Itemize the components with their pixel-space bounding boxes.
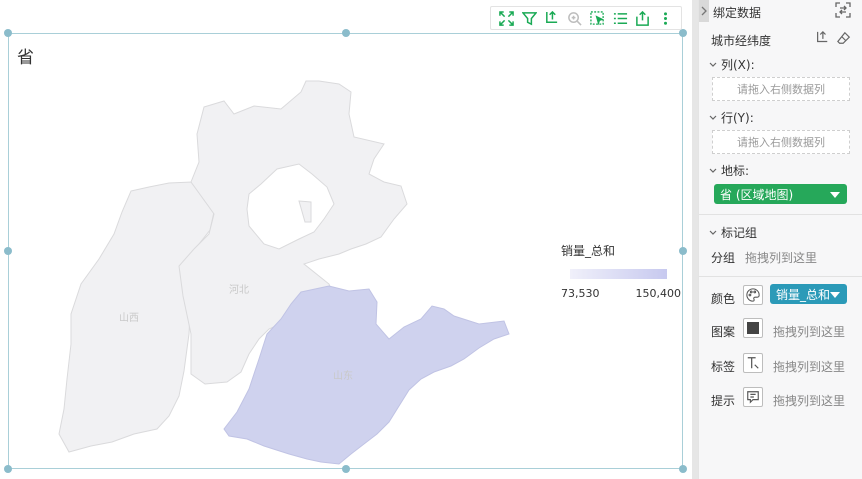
group-dropzone[interactable]: 拖拽列到这里 bbox=[745, 249, 817, 266]
columns-section[interactable]: 列(X): bbox=[709, 56, 755, 73]
columns-label: 列(X): bbox=[721, 58, 755, 72]
rows-label: 行(Y): bbox=[721, 111, 754, 125]
group-label: 分组 bbox=[711, 251, 736, 265]
drill-icon[interactable] bbox=[543, 9, 561, 27]
panel-title: 绑定数据 bbox=[713, 6, 762, 20]
text-label-icon[interactable] bbox=[743, 353, 763, 373]
more-icon[interactable] bbox=[657, 9, 675, 27]
province-label-shanxi: 山西 bbox=[119, 313, 139, 324]
resize-handle-top-right[interactable] bbox=[679, 29, 687, 37]
legend-title: 销量_总和 bbox=[561, 244, 616, 258]
resize-handle-top[interactable] bbox=[342, 29, 350, 37]
tag-dropzone[interactable]: 拖拽列到这里 bbox=[773, 358, 845, 375]
geo-drill-icon[interactable] bbox=[815, 31, 829, 48]
canvas-area: 省 山西 河北 山东 销量_总和 73,530 150,400 bbox=[0, 0, 695, 479]
color-field-pill[interactable]: 销量_总和 bbox=[770, 284, 847, 304]
chevron-down-icon bbox=[709, 62, 717, 67]
map-widget[interactable]: 省 山西 河北 山东 销量_总和 73,530 150,400 bbox=[8, 33, 683, 469]
resize-handle-left[interactable] bbox=[4, 247, 12, 255]
rows-dropzone[interactable]: 请拖入右侧数据列 bbox=[712, 130, 850, 154]
palette-icon[interactable] bbox=[743, 285, 763, 305]
chevron-right-icon bbox=[701, 6, 707, 16]
province-label-hebei: 河北 bbox=[229, 285, 249, 296]
swap-icon[interactable] bbox=[835, 2, 851, 21]
eraser-icon[interactable] bbox=[837, 31, 851, 48]
legend-gradient-bar bbox=[570, 269, 667, 279]
columns-dropzone[interactable]: 请拖入右侧数据列 bbox=[712, 77, 850, 101]
resize-handle-top-left[interactable] bbox=[4, 29, 12, 37]
widget-toolbar bbox=[490, 6, 682, 30]
pattern-dropzone[interactable]: 拖拽列到这里 bbox=[773, 323, 845, 340]
rows-section[interactable]: 行(Y): bbox=[709, 109, 754, 126]
legend-max: 150,400 bbox=[635, 287, 682, 300]
tag-label: 标签 bbox=[711, 360, 736, 374]
province-label-shandong: 山东 bbox=[333, 371, 353, 382]
resize-handle-bottom[interactable] bbox=[342, 465, 350, 473]
marks-label: 标记组 bbox=[721, 226, 758, 240]
pattern-icon[interactable] bbox=[743, 318, 763, 338]
caret-down-icon bbox=[830, 192, 840, 198]
caret-down-icon bbox=[830, 292, 840, 298]
legend-min: 73,530 bbox=[561, 287, 600, 300]
panel-collapse-toggle[interactable] bbox=[699, 0, 709, 22]
color-legend: 销量_总和 73,530 150,400 bbox=[561, 242, 681, 300]
color-label: 颜色 bbox=[711, 292, 736, 306]
color-field-value: 销量_总和 bbox=[776, 287, 831, 302]
zoom-icon[interactable] bbox=[566, 9, 584, 27]
tooltip-icon[interactable] bbox=[743, 387, 763, 407]
resize-handle-right[interactable] bbox=[679, 247, 687, 255]
binding-panel: 绑定数据 城市经纬度 列(X): 请拖入右侧数据列 行(Y): 请拖入右侧数据列… bbox=[698, 0, 862, 479]
resize-handle-bottom-right[interactable] bbox=[679, 465, 687, 473]
filter-icon[interactable] bbox=[520, 9, 538, 27]
pattern-label: 图案 bbox=[711, 325, 736, 339]
list-icon[interactable] bbox=[611, 9, 629, 27]
tooltip-dropzone[interactable]: 拖拽列到这里 bbox=[773, 392, 845, 409]
export-icon[interactable] bbox=[634, 9, 652, 27]
landmark-label: 地标: bbox=[721, 164, 750, 178]
tooltip-label: 提示 bbox=[711, 394, 736, 408]
chevron-down-icon bbox=[709, 168, 717, 173]
landmark-pill[interactable]: 省 (区域地图) bbox=[714, 184, 847, 204]
resize-handle-bottom-left[interactable] bbox=[4, 465, 12, 473]
fullscreen-icon[interactable] bbox=[497, 9, 515, 27]
chevron-down-icon bbox=[709, 115, 717, 120]
select-icon[interactable] bbox=[588, 9, 606, 27]
landmark-section[interactable]: 地标: bbox=[709, 162, 749, 179]
marks-section[interactable]: 标记组 bbox=[709, 224, 757, 241]
chevron-down-icon bbox=[709, 230, 717, 235]
landmark-value: 省 (区域地图) bbox=[720, 187, 794, 202]
geo-label: 城市经纬度 bbox=[711, 34, 772, 48]
